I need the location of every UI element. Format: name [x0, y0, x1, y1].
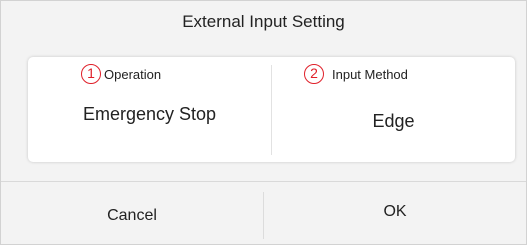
operation-header: 1 Operation	[81, 63, 161, 85]
operation-label: Operation	[104, 66, 162, 82]
input-method-label: Input Method	[332, 66, 408, 82]
settings-card: 1 Operation Emergency Stop 2 Input Metho…	[28, 57, 515, 162]
input-method-setting[interactable]: 2 Input Method Edge	[272, 57, 515, 162]
input-method-value: Edge	[372, 111, 415, 131]
operation-setting[interactable]: 1 Operation Emergency Stop	[28, 57, 271, 162]
input-method-header: 2 Input Method	[304, 63, 408, 85]
number-marker-1: 1	[81, 64, 101, 84]
cancel-button[interactable]: Cancel	[1, 182, 263, 245]
number-marker-2: 2	[304, 64, 324, 84]
ok-button[interactable]: OK	[264, 182, 526, 245]
external-input-dialog: External Input Setting 1 Operation Emerg…	[0, 0, 527, 245]
operation-value: Emergency Stop	[82, 104, 217, 124]
button-row: Cancel OK	[1, 181, 526, 245]
dialog-title: External Input Setting	[182, 12, 345, 31]
